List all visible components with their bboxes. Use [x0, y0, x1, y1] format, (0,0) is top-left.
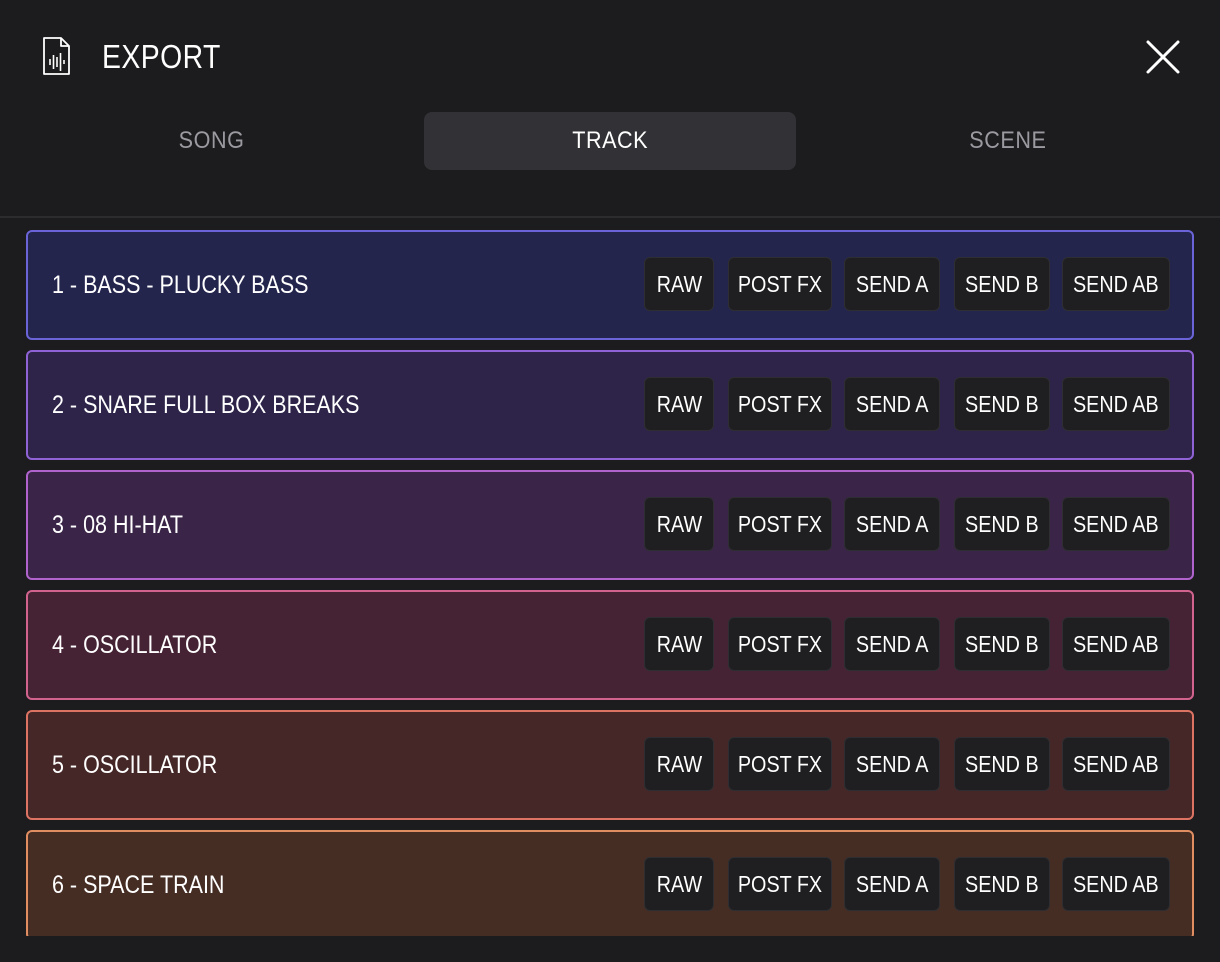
audio-file-icon	[43, 37, 70, 75]
dialog-title: EXPORT	[102, 38, 221, 75]
divider	[0, 216, 1220, 218]
raw-button[interactable]: RAW	[644, 617, 714, 671]
track-name: 1 - BASS - PLUCKY BASS	[52, 271, 309, 299]
send-ab-button[interactable]: SEND AB	[1062, 737, 1170, 791]
send-a-button[interactable]: SEND A	[844, 857, 940, 911]
raw-button[interactable]: RAW	[644, 257, 714, 311]
send-a-button[interactable]: SEND A	[844, 737, 940, 791]
close-icon[interactable]	[1140, 34, 1186, 80]
track-row: 2 - SNARE FULL BOX BREAKS RAW POST FX SEND …	[26, 350, 1194, 460]
raw-button[interactable]: RAW	[644, 497, 714, 551]
track-name: 6 - SPACE TRAIN	[52, 871, 225, 899]
tab-track[interactable]: TRACK	[424, 112, 796, 170]
track-name: 4 - OSCILLATOR	[52, 631, 218, 659]
post-fx-button[interactable]: POST FX	[728, 257, 832, 311]
send-b-button[interactable]: SEND B	[954, 857, 1050, 911]
track-name: 5 - OSCILLATOR	[52, 751, 218, 779]
send-ab-button[interactable]: SEND AB	[1062, 857, 1170, 911]
tab-scene[interactable]: SCENE	[824, 112, 1192, 170]
raw-button[interactable]: RAW	[644, 857, 714, 911]
track-row: 6 - SPACE TRAIN RAW POST FX SEND A SEND B SEN…	[26, 830, 1194, 936]
send-a-button[interactable]: SEND A	[844, 497, 940, 551]
track-name: 3 - 08 HI-HAT	[52, 511, 184, 539]
send-ab-button[interactable]: SEND AB	[1062, 617, 1170, 671]
export-tabs: SONG TRACK SCENE	[0, 112, 1220, 170]
export-header: EXPORT	[0, 0, 1220, 112]
send-b-button[interactable]: SEND B	[954, 377, 1050, 431]
send-ab-button[interactable]: SEND AB	[1062, 257, 1170, 311]
send-a-button[interactable]: SEND A	[844, 257, 940, 311]
track-row: 3 - 08 HI-HAT RAW POST FX SEND A SEND B SEND …	[26, 470, 1194, 580]
send-b-button[interactable]: SEND B	[954, 737, 1050, 791]
tab-song[interactable]: SONG	[28, 112, 396, 170]
track-row: 5 - OSCILLATOR RAW POST FX SEND A SEND B SEND…	[26, 710, 1194, 820]
send-ab-button[interactable]: SEND AB	[1062, 377, 1170, 431]
post-fx-button[interactable]: POST FX	[728, 377, 832, 431]
send-ab-button[interactable]: SEND AB	[1062, 497, 1170, 551]
send-a-button[interactable]: SEND A	[844, 377, 940, 431]
post-fx-button[interactable]: POST FX	[728, 497, 832, 551]
post-fx-button[interactable]: POST FX	[728, 857, 832, 911]
track-list[interactable]: 1 - BASS - PLUCKY BASS RAW POST FX SEND A SE…	[26, 230, 1194, 936]
track-name: 2 - SNARE FULL BOX BREAKS	[52, 391, 360, 419]
post-fx-button[interactable]: POST FX	[728, 617, 832, 671]
raw-button[interactable]: RAW	[644, 737, 714, 791]
send-b-button[interactable]: SEND B	[954, 257, 1050, 311]
send-b-button[interactable]: SEND B	[954, 497, 1050, 551]
post-fx-button[interactable]: POST FX	[728, 737, 832, 791]
track-row: 1 - BASS - PLUCKY BASS RAW POST FX SEND A SE…	[26, 230, 1194, 340]
send-a-button[interactable]: SEND A	[844, 617, 940, 671]
raw-button[interactable]: RAW	[644, 377, 714, 431]
send-b-button[interactable]: SEND B	[954, 617, 1050, 671]
track-row: 4 - OSCILLATOR RAW POST FX SEND A SEND B SEND…	[26, 590, 1194, 700]
